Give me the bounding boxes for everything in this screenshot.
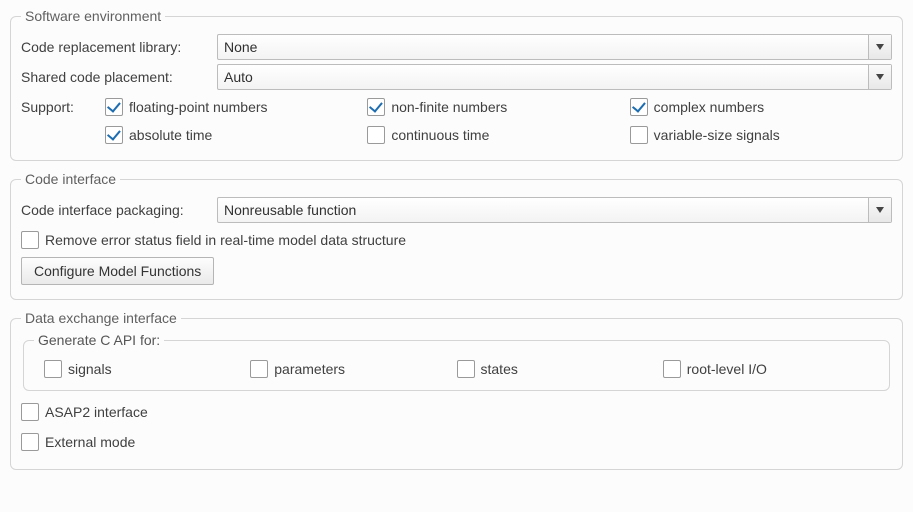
support-variable-size-label: variable-size signals — [654, 127, 780, 143]
shared-code-placement-label: Shared code placement: — [21, 69, 217, 85]
asap2-interface-label: ASAP2 interface — [45, 404, 148, 420]
external-mode-checkbox[interactable] — [21, 433, 39, 451]
support-non-finite-label: non-finite numbers — [391, 99, 507, 115]
capi-parameters-checkbox[interactable] — [250, 360, 268, 378]
capi-root-level-io-checkbox[interactable] — [663, 360, 681, 378]
external-mode-label: External mode — [45, 434, 135, 450]
software-environment-title: Software environment — [21, 8, 165, 24]
remove-error-status-label: Remove error status field in real-time m… — [45, 232, 406, 248]
support-continuous-time-label: continuous time — [391, 127, 489, 143]
asap2-interface-checkbox[interactable] — [21, 403, 39, 421]
capi-parameters-label: parameters — [274, 361, 345, 377]
capi-signals-label: signals — [68, 361, 112, 377]
data-exchange-interface-title: Data exchange interface — [21, 310, 181, 326]
data-exchange-interface-group: Data exchange interface Generate C API f… — [10, 310, 903, 470]
support-variable-size-checkbox[interactable] — [630, 126, 648, 144]
configure-model-functions-button[interactable]: Configure Model Functions — [21, 257, 214, 285]
shared-code-placement-value: Auto — [218, 69, 868, 85]
support-continuous-time-checkbox[interactable] — [367, 126, 385, 144]
chevron-down-icon — [876, 74, 884, 80]
shared-code-placement-combo[interactable]: Auto — [217, 64, 892, 90]
software-environment-group: Software environment Code replacement li… — [10, 8, 903, 161]
code-interface-packaging-combo[interactable]: Nonreusable function — [217, 197, 892, 223]
support-absolute-time-label: absolute time — [129, 127, 212, 143]
code-interface-group: Code interface Code interface packaging:… — [10, 171, 903, 300]
support-complex-checkbox[interactable] — [630, 98, 648, 116]
code-replacement-library-value: None — [218, 39, 868, 55]
support-non-finite-checkbox[interactable] — [367, 98, 385, 116]
code-interface-title: Code interface — [21, 171, 120, 187]
chevron-down-icon — [876, 207, 884, 213]
support-complex-label: complex numbers — [654, 99, 765, 115]
support-label: Support: — [21, 99, 105, 115]
capi-root-level-io-label: root-level I/O — [687, 361, 767, 377]
capi-states-label: states — [481, 361, 518, 377]
code-interface-packaging-label: Code interface packaging: — [21, 202, 217, 218]
code-interface-packaging-dropdown-button[interactable] — [868, 198, 891, 222]
code-replacement-library-label: Code replacement library: — [21, 39, 217, 55]
code-replacement-library-combo[interactable]: None — [217, 34, 892, 60]
capi-states-checkbox[interactable] — [457, 360, 475, 378]
code-replacement-library-dropdown-button[interactable] — [868, 35, 891, 59]
support-absolute-time-checkbox[interactable] — [105, 126, 123, 144]
code-interface-packaging-value: Nonreusable function — [218, 202, 868, 218]
support-floating-point-label: floating-point numbers — [129, 99, 268, 115]
generate-c-api-title: Generate C API for: — [34, 332, 164, 348]
shared-code-placement-dropdown-button[interactable] — [868, 65, 891, 89]
generate-c-api-group: Generate C API for: signals parameters s… — [23, 332, 890, 391]
capi-signals-checkbox[interactable] — [44, 360, 62, 378]
remove-error-status-checkbox[interactable] — [21, 231, 39, 249]
support-floating-point-checkbox[interactable] — [105, 98, 123, 116]
chevron-down-icon — [876, 44, 884, 50]
